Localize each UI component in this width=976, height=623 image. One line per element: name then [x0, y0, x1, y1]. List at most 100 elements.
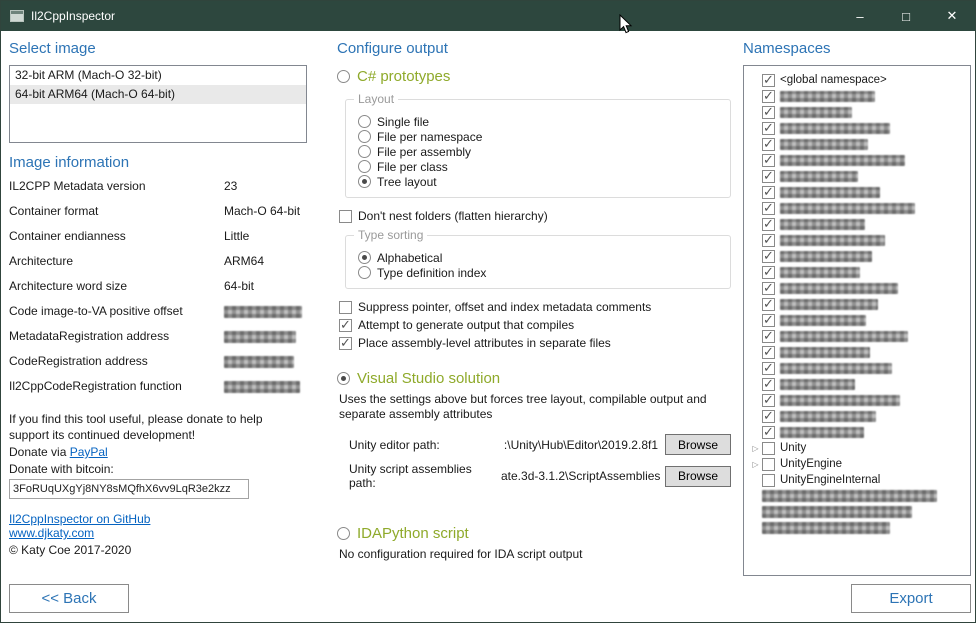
- namespace-row[interactable]: [749, 248, 966, 264]
- namespace-checkbox[interactable]: [762, 218, 775, 231]
- csharp-checkbox[interactable]: [339, 337, 352, 350]
- namespace-checkbox[interactable]: [762, 378, 775, 391]
- flatten-checkbox-row[interactable]: Don't nest folders (flatten hierarchy): [339, 207, 731, 225]
- layout-radio[interactable]: [358, 160, 371, 173]
- namespace-row[interactable]: [749, 520, 966, 536]
- namespace-row[interactable]: [749, 136, 966, 152]
- namespace-row[interactable]: [749, 280, 966, 296]
- idapython-radio[interactable]: [337, 527, 350, 540]
- paypal-link[interactable]: PayPal: [70, 445, 108, 459]
- layout-option-row[interactable]: File per assembly: [358, 144, 720, 159]
- namespace-row[interactable]: [749, 376, 966, 392]
- image-list[interactable]: 32-bit ARM (Mach-O 32-bit)64-bit ARM64 (…: [9, 65, 307, 143]
- sorting-radio[interactable]: [358, 266, 371, 279]
- csharp-checkbox[interactable]: [339, 319, 352, 332]
- namespace-checkbox[interactable]: [762, 314, 775, 327]
- namespace-checkbox[interactable]: [762, 442, 775, 455]
- namespace-row[interactable]: [749, 232, 966, 248]
- namespace-row[interactable]: [749, 216, 966, 232]
- csharp-checkbox-row[interactable]: Place assembly-level attributes in separ…: [339, 334, 731, 352]
- visual-studio-radio[interactable]: [337, 372, 350, 385]
- csharp-checkbox-row[interactable]: Suppress pointer, offset and index metad…: [339, 298, 731, 316]
- namespace-row[interactable]: [749, 88, 966, 104]
- github-link[interactable]: Il2CppInspector on GitHub: [9, 512, 307, 526]
- namespace-row[interactable]: [749, 200, 966, 216]
- namespace-checkbox[interactable]: [762, 362, 775, 375]
- namespace-row[interactable]: [749, 296, 966, 312]
- namespace-checkbox[interactable]: [762, 170, 775, 183]
- csharp-prototypes-option[interactable]: C# prototypes: [337, 68, 731, 85]
- namespace-row[interactable]: ▷UnityEngine: [749, 456, 966, 472]
- namespace-checkbox[interactable]: [762, 122, 775, 135]
- namespace-checkbox[interactable]: [762, 394, 775, 407]
- layout-option-row[interactable]: File per namespace: [358, 129, 720, 144]
- browse-button[interactable]: Browse: [665, 466, 731, 487]
- namespace-checkbox[interactable]: [762, 426, 775, 439]
- close-button[interactable]: ✕: [929, 1, 975, 31]
- namespace-checkbox[interactable]: [762, 298, 775, 311]
- website-link[interactable]: www.djkaty.com: [9, 526, 307, 540]
- namespace-checkbox[interactable]: [762, 90, 775, 103]
- layout-radio[interactable]: [358, 175, 371, 188]
- minimize-button[interactable]: –: [837, 1, 883, 31]
- namespace-checkbox[interactable]: [762, 74, 775, 87]
- export-button[interactable]: Export: [851, 584, 971, 613]
- namespace-checkbox[interactable]: [762, 346, 775, 359]
- back-button[interactable]: << Back: [9, 584, 129, 613]
- layout-radio[interactable]: [358, 130, 371, 143]
- namespace-row[interactable]: [749, 328, 966, 344]
- namespace-checkbox[interactable]: [762, 154, 775, 167]
- namespace-row[interactable]: [749, 104, 966, 120]
- namespace-row[interactable]: [749, 168, 966, 184]
- sorting-radio[interactable]: [358, 251, 371, 264]
- namespace-checkbox[interactable]: [762, 106, 775, 119]
- namespace-checkbox[interactable]: [762, 458, 775, 471]
- namespace-checkbox[interactable]: [762, 186, 775, 199]
- bitcoin-address-input[interactable]: [9, 479, 249, 499]
- expander-icon[interactable]: ▷: [749, 460, 762, 469]
- namespace-checkbox[interactable]: [762, 138, 775, 151]
- namespace-row[interactable]: [749, 424, 966, 440]
- layout-option-row[interactable]: File per class: [358, 159, 720, 174]
- csharp-checkbox-row[interactable]: Attempt to generate output that compiles: [339, 316, 731, 334]
- namespace-checkbox[interactable]: [762, 234, 775, 247]
- namespace-checkbox[interactable]: [762, 250, 775, 263]
- vs-path-value[interactable]: ate.3d-3.1.2\ScriptAssemblies: [501, 469, 665, 483]
- image-list-item[interactable]: 32-bit ARM (Mach-O 32-bit): [10, 66, 306, 85]
- namespace-checkbox[interactable]: [762, 202, 775, 215]
- layout-option-row[interactable]: Single file: [358, 114, 720, 129]
- namespace-row[interactable]: ▷Unity: [749, 440, 966, 456]
- sorting-option-row[interactable]: Type definition index: [358, 265, 720, 280]
- namespace-row[interactable]: [749, 120, 966, 136]
- layout-radio[interactable]: [358, 115, 371, 128]
- expander-icon[interactable]: ▷: [749, 444, 762, 453]
- namespace-row[interactable]: UnityEngineInternal: [749, 472, 966, 488]
- browse-button[interactable]: Browse: [665, 434, 731, 455]
- namespace-checkbox[interactable]: [762, 282, 775, 295]
- layout-radio[interactable]: [358, 145, 371, 158]
- namespace-row[interactable]: [749, 392, 966, 408]
- layout-option-row[interactable]: Tree layout: [358, 174, 720, 189]
- namespace-row[interactable]: [749, 504, 966, 520]
- namespace-row[interactable]: [749, 344, 966, 360]
- namespace-row[interactable]: [749, 184, 966, 200]
- namespace-row[interactable]: [749, 488, 966, 504]
- namespace-row[interactable]: [749, 264, 966, 280]
- csharp-checkbox[interactable]: [339, 301, 352, 314]
- namespace-checkbox[interactable]: [762, 330, 775, 343]
- namespace-row[interactable]: [749, 312, 966, 328]
- namespace-row[interactable]: [749, 152, 966, 168]
- namespace-row[interactable]: [749, 360, 966, 376]
- namespace-row[interactable]: <global namespace>: [749, 72, 966, 88]
- visual-studio-option[interactable]: Visual Studio solution: [337, 370, 731, 387]
- namespace-checkbox[interactable]: [762, 410, 775, 423]
- flatten-checkbox[interactable]: [339, 210, 352, 223]
- idapython-option[interactable]: IDAPython script: [337, 525, 731, 542]
- sorting-option-row[interactable]: Alphabetical: [358, 250, 720, 265]
- namespace-row[interactable]: [749, 408, 966, 424]
- namespace-list[interactable]: <global namespace> ▷Unity▷UnityEngineUnit…: [743, 65, 971, 576]
- namespace-checkbox[interactable]: [762, 266, 775, 279]
- namespace-checkbox[interactable]: [762, 474, 775, 487]
- vs-path-value[interactable]: :\Unity\Hub\Editor\2019.2.8f1: [501, 438, 665, 452]
- image-list-item[interactable]: 64-bit ARM64 (Mach-O 64-bit): [10, 85, 306, 104]
